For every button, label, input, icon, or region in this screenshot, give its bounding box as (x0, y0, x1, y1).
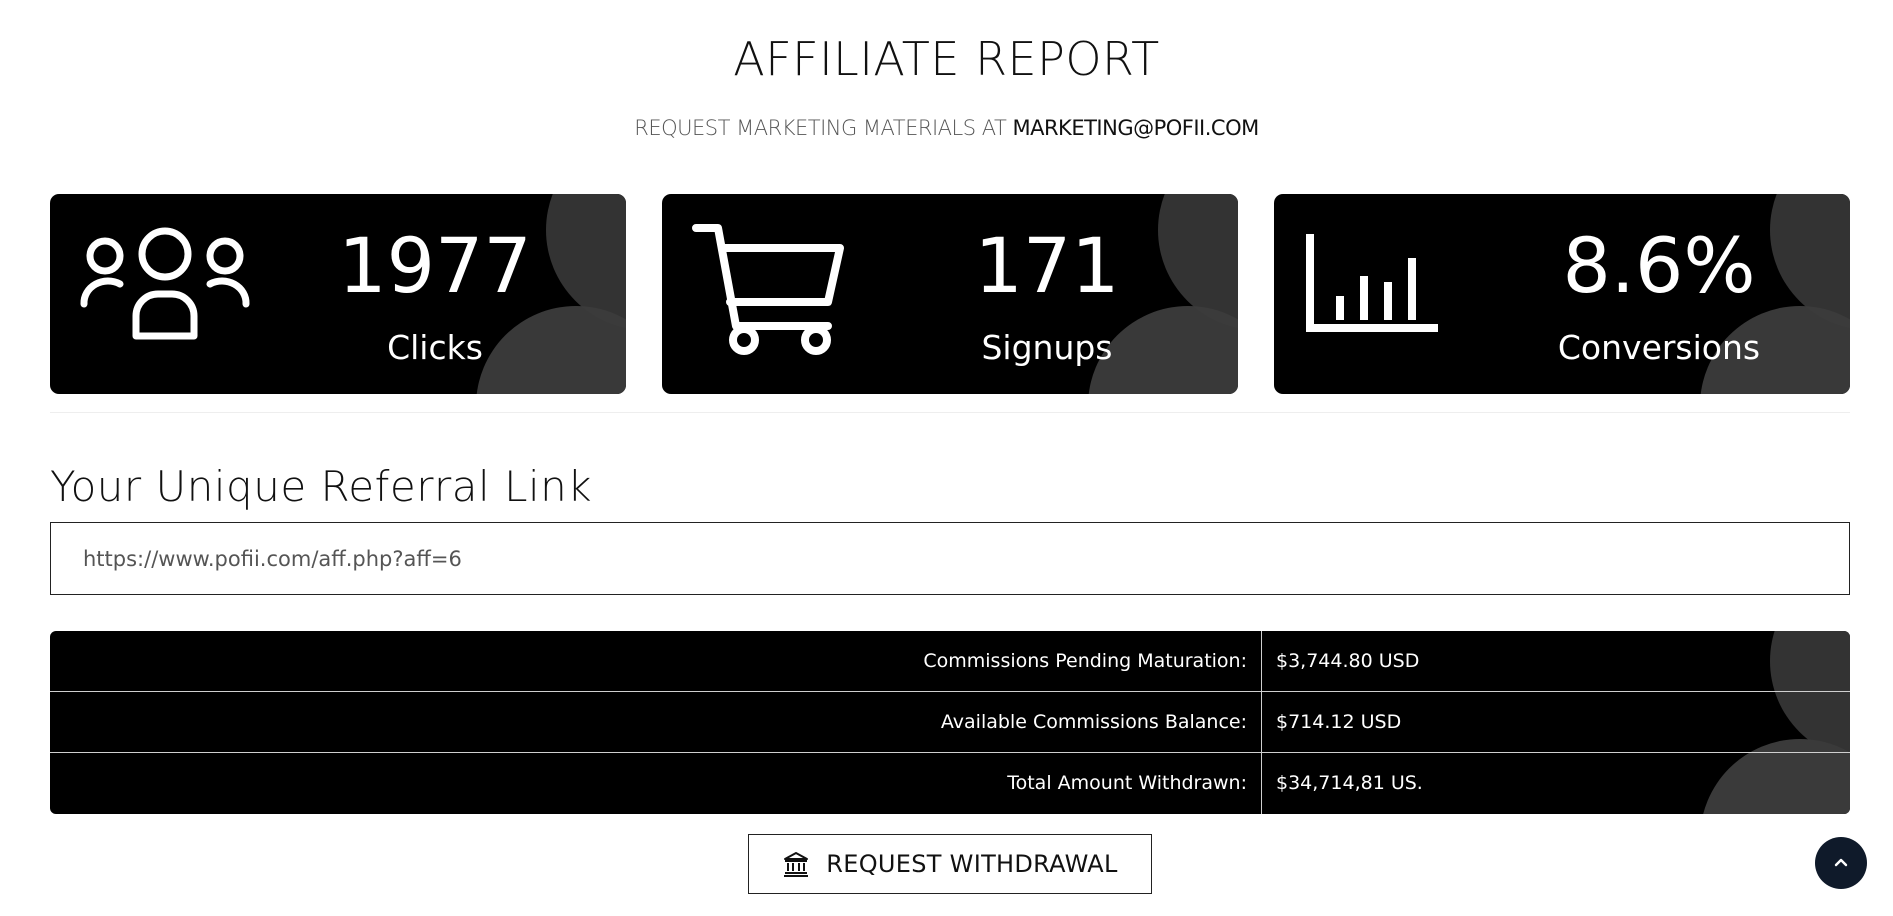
table-row: Available Commissions Balance: $714.12 U… (50, 692, 1850, 753)
withdraw-label: REQUEST WITHDRAWAL (826, 850, 1118, 878)
users-icon (80, 227, 250, 340)
table-row: Total Amount Withdrawn: $34,714,81 US. (50, 753, 1850, 814)
stat-label: Signups (981, 328, 1113, 367)
stat-label: Conversions (1557, 328, 1761, 367)
stat-card-conversions: 8.6% Conversions (1274, 194, 1850, 394)
stat-value: 1977 (338, 221, 532, 310)
stat-card-signups: 171 Signups (662, 194, 1238, 394)
scroll-to-top-button[interactable] (1815, 837, 1867, 889)
bar-chart-icon (1306, 234, 1438, 332)
commission-amount: $34,714,81 US. (1276, 772, 1423, 794)
commission-label: Available Commissions Balance: (50, 692, 1262, 753)
request-withdrawal-button[interactable]: REQUEST WITHDRAWAL (748, 834, 1152, 894)
marketing-email-link[interactable]: MARKETING@POFII.COM (1012, 116, 1259, 140)
commissions-table: Commissions Pending Maturation: $3,744.8… (50, 631, 1850, 814)
subtitle-text: REQUEST MARKETING MATERIALS AT (634, 116, 1013, 140)
chevron-up-icon (1834, 858, 1848, 867)
commission-label: Total Amount Withdrawn: (50, 753, 1262, 814)
page-title: AFFILIATE REPORT (733, 32, 1160, 86)
referral-heading: Your Unique Referral Link (50, 462, 593, 511)
stat-card-clicks: 1977 Clicks (50, 194, 626, 394)
commission-amount: $714.12 USD (1276, 711, 1402, 733)
referral-link-input[interactable] (50, 522, 1850, 595)
section-divider (50, 412, 1850, 413)
commission-label: Commissions Pending Maturation: (50, 631, 1262, 692)
stat-value: 171 (974, 221, 1120, 310)
stat-value: 8.6% (1562, 221, 1756, 310)
stat-label: Clicks (387, 328, 483, 367)
cart-icon (692, 224, 844, 355)
table-row: Commissions Pending Maturation: $3,744.8… (50, 631, 1850, 692)
bank-icon (784, 852, 809, 877)
page-subtitle: REQUEST MARKETING MATERIALS AT MARKETING… (0, 116, 1893, 140)
commission-amount: $3,744.80 USD (1276, 650, 1420, 672)
